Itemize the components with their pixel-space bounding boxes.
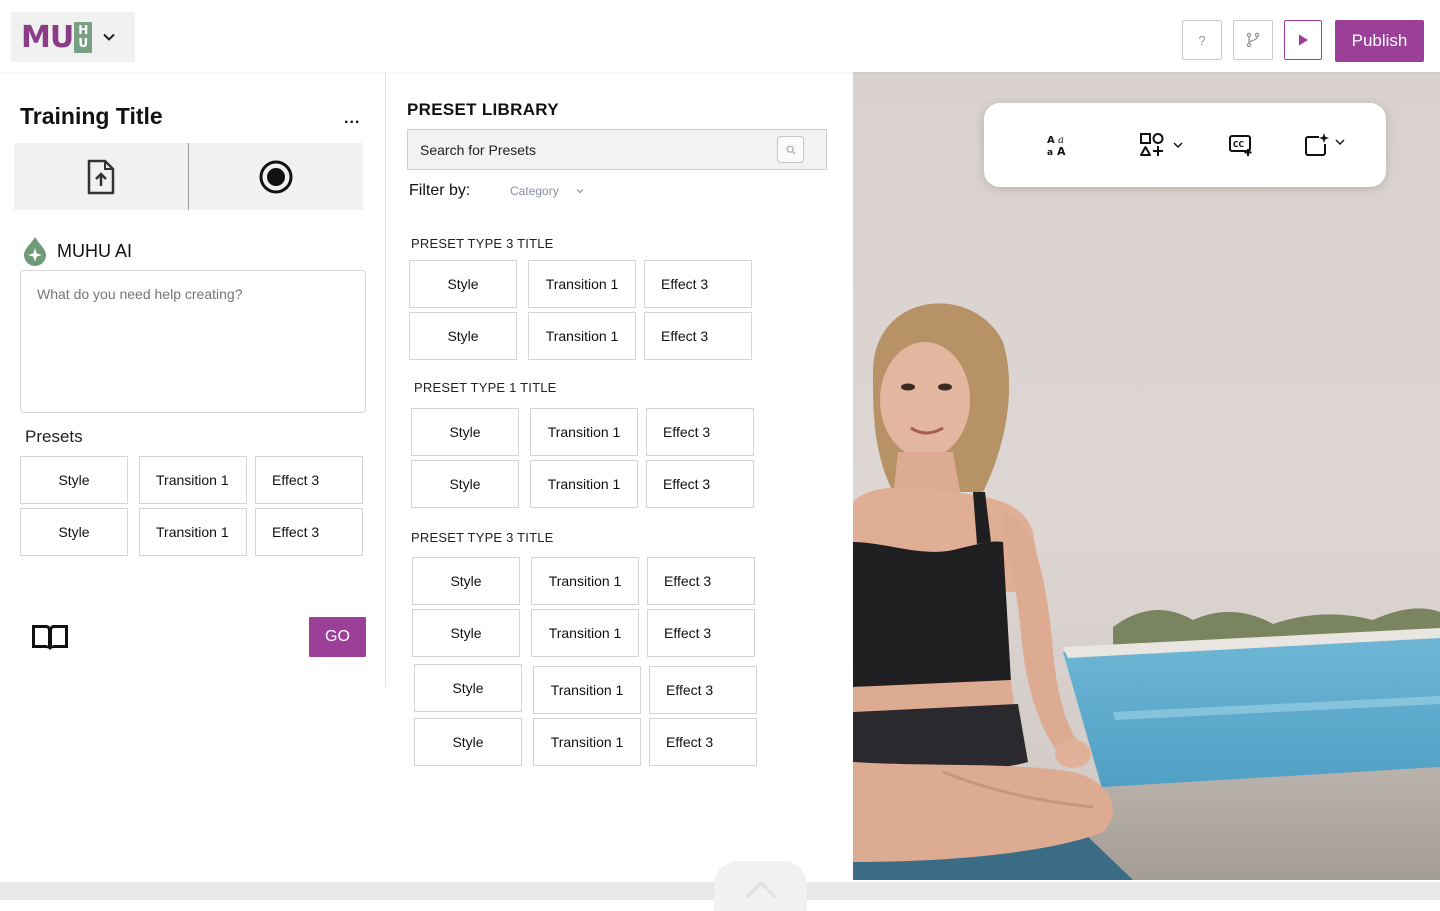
chevron-up-icon: [745, 880, 776, 899]
branch-button[interactable]: [1233, 20, 1273, 60]
preset-button[interactable]: Effect 3: [255, 456, 363, 504]
go-button[interactable]: GO: [309, 617, 366, 657]
library-preset-button[interactable]: Effect 3: [646, 408, 754, 456]
branch-icon: [1246, 32, 1260, 48]
logo-menu-button[interactable]: MU H U: [11, 12, 135, 62]
library-preset-button[interactable]: Transition 1: [528, 312, 636, 360]
preset-button[interactable]: Transition 1: [139, 508, 247, 556]
top-bar: MU H U ? Publish: [0, 0, 1440, 72]
tab-upload[interactable]: [14, 143, 188, 210]
presets-label: Presets: [25, 427, 83, 446]
svg-text:A: A: [1057, 145, 1066, 157]
file-upload-icon: [87, 159, 115, 194]
library-preset-button[interactable]: Transition 1: [531, 557, 639, 605]
book-icon[interactable]: [30, 621, 70, 653]
ai-frame-icon: [1305, 133, 1329, 156]
preview-image: [853, 72, 1440, 880]
library-preset-button[interactable]: Effect 3: [646, 460, 754, 508]
publish-button[interactable]: Publish: [1335, 20, 1424, 62]
svg-text:a: a: [1047, 148, 1053, 157]
preset-search: [407, 129, 827, 170]
library-preset-button[interactable]: Transition 1: [530, 460, 638, 508]
library-preset-button[interactable]: Transition 1: [531, 609, 639, 657]
chevron-down-icon: [576, 189, 584, 194]
translate-icon: A a a A: [1047, 135, 1066, 157]
record-icon: [259, 160, 293, 193]
section-title: PRESET TYPE 3 TITLE: [411, 236, 554, 251]
search-button[interactable]: [777, 136, 804, 163]
library-preset-button[interactable]: Effect 3: [649, 666, 757, 714]
ai-label: MUHU AI: [57, 240, 133, 261]
add-shapes-icon: [1140, 133, 1164, 156]
training-title: Training Title: [20, 103, 163, 129]
svg-text:CC: CC: [1233, 140, 1245, 149]
search-input[interactable]: [408, 130, 768, 169]
tab-record[interactable]: [189, 143, 363, 210]
translate-tool[interactable]: A a a A: [1046, 103, 1070, 187]
ai-frame-tool[interactable]: [1304, 103, 1346, 187]
ai-header: MUHU AI: [22, 236, 132, 266]
more-options-button[interactable]: ...: [344, 110, 360, 128]
library-preset-button[interactable]: Transition 1: [533, 666, 641, 714]
add-shapes-tool[interactable]: [1139, 103, 1184, 187]
library-preset-button[interactable]: Style: [411, 460, 519, 508]
library-preset-button[interactable]: Effect 3: [647, 557, 755, 605]
library-preset-button[interactable]: Effect 3: [644, 312, 752, 360]
library-preset-button[interactable]: Effect 3: [647, 609, 755, 657]
canvas-toolbar: A a a A CC: [984, 103, 1386, 187]
ai-prompt-input[interactable]: [20, 270, 366, 413]
logo: MU: [21, 19, 74, 55]
library-preset-button[interactable]: Transition 1: [530, 408, 638, 456]
captions-icon: CC: [1229, 135, 1252, 156]
play-icon: [1299, 34, 1308, 46]
mode-tabs: [14, 143, 363, 210]
library-preset-button[interactable]: Effect 3: [649, 718, 757, 766]
library-preset-button[interactable]: Style: [411, 408, 519, 456]
logo-hu-badge: H U: [74, 21, 93, 53]
svg-text:A: A: [1047, 135, 1055, 146]
library-preset-button[interactable]: Style: [414, 718, 522, 766]
section-title: PRESET TYPE 3 TITLE: [411, 530, 554, 545]
ai-drop-icon: [24, 237, 46, 266]
canvas-preview[interactable]: A a a A CC: [853, 72, 1440, 880]
preset-button[interactable]: Effect 3: [255, 508, 363, 556]
library-preset-button[interactable]: Effect 3: [644, 260, 752, 308]
filter-label: Filter by:: [409, 182, 471, 199]
preset-library-panel: PRESET LIBRARY Filter by: Category PRESE…: [387, 72, 853, 882]
help-button[interactable]: ?: [1182, 20, 1222, 60]
section-title: PRESET TYPE 1 TITLE: [414, 380, 557, 395]
library-preset-button[interactable]: Style: [412, 557, 520, 605]
expand-panel-button[interactable]: [714, 861, 807, 911]
category-filter-select[interactable]: Category: [510, 184, 585, 198]
chevron-down-icon: [1173, 142, 1183, 148]
library-preset-button[interactable]: Style: [409, 312, 517, 360]
chevron-down-icon: [103, 33, 115, 41]
preview-play-button[interactable]: [1284, 20, 1322, 60]
library-preset-button[interactable]: Style: [409, 260, 517, 308]
library-preset-button[interactable]: Style: [414, 664, 522, 712]
preset-library-title: PRESET LIBRARY: [407, 100, 559, 119]
library-preset-button[interactable]: Transition 1: [533, 718, 641, 766]
library-preset-button[interactable]: Transition 1: [528, 260, 636, 308]
preset-button[interactable]: Style: [20, 456, 128, 504]
preset-button[interactable]: Style: [20, 508, 128, 556]
captions-tool[interactable]: CC: [1228, 103, 1254, 187]
search-icon: [786, 145, 795, 154]
preset-button[interactable]: Transition 1: [139, 456, 247, 504]
left-panel: Training Title ... MUHU AI Presets Style…: [0, 72, 386, 687]
library-preset-button[interactable]: Style: [412, 609, 520, 657]
chevron-down-icon: [1335, 139, 1345, 145]
